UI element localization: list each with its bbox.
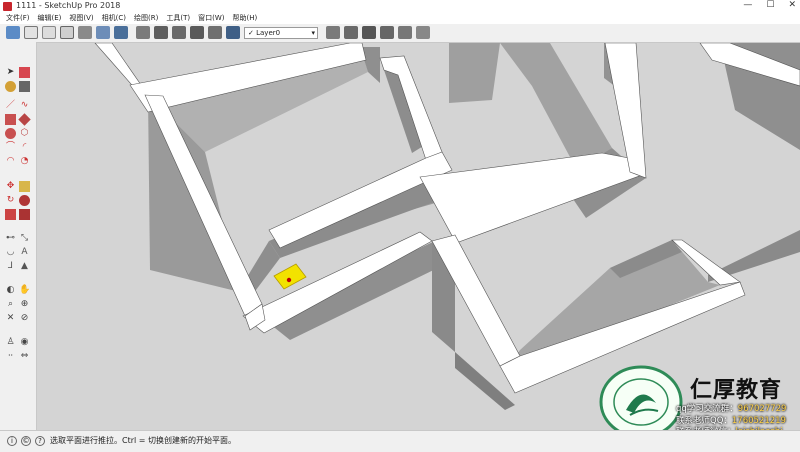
position-camera-icon[interactable]: ♙ xyxy=(5,337,16,348)
iso-view-icon[interactable] xyxy=(362,26,376,39)
close-button[interactable]: ✕ xyxy=(788,0,796,13)
paint-bucket-icon[interactable] xyxy=(5,81,16,92)
layer-manager-icon[interactable] xyxy=(226,26,240,39)
contact-line-qq-group: qq学习交流群：967027729 xyxy=(676,404,787,414)
menu-file[interactable]: 文件(F) xyxy=(6,13,30,24)
monochrome-style-icon[interactable] xyxy=(96,26,110,39)
move-icon[interactable]: ✥ xyxy=(5,181,16,192)
get-models-icon[interactable] xyxy=(172,26,186,39)
chevron-down-icon: ▾ xyxy=(311,29,315,37)
brand-title: 仁厚教育 xyxy=(690,377,783,403)
rotated-rectangle-icon[interactable] xyxy=(18,113,31,126)
text-tool-icon[interactable]: A xyxy=(19,247,30,258)
left-tool-palette: ➤ ／ ∿ ⬡ ⌒ ◜ ◠ ◔ ✥ ↻ ⊷ ⤡ ◡ A ⅃ ▲ ◐ ✋ ⌕ ⊕ … xyxy=(0,42,37,430)
orbit-icon[interactable]: ◐ xyxy=(5,285,16,296)
right-view-icon[interactable] xyxy=(416,26,430,39)
shaded-textures-style-icon[interactable] xyxy=(78,26,92,39)
polygon-icon[interactable]: ⬡ xyxy=(19,128,30,139)
wireframe-style-icon[interactable] xyxy=(24,26,38,39)
zoom-window-icon[interactable]: ⊕ xyxy=(19,299,30,310)
share-model-icon[interactable] xyxy=(154,26,168,39)
pie-icon[interactable]: ◔ xyxy=(19,156,30,167)
menu-help[interactable]: 帮助(H) xyxy=(232,13,257,24)
select-arrow-icon[interactable]: ➤ xyxy=(5,67,16,78)
menu-bar: 文件(F) 编辑(E) 视图(V) 相机(C) 绘图(R) 工具(T) 窗口(W… xyxy=(0,13,800,24)
section-plane-tool-icon[interactable]: ⇔ xyxy=(19,351,30,362)
arc-icon[interactable]: ⌒ xyxy=(5,142,16,153)
line-tool-icon[interactable]: ／ xyxy=(5,100,16,111)
menu-draw[interactable]: 绘图(R) xyxy=(134,13,158,24)
xray-style-icon[interactable] xyxy=(6,26,20,39)
dimension-icon[interactable]: ⤡ xyxy=(19,233,30,244)
circle-icon[interactable] xyxy=(5,128,16,139)
status-bar: i © ? 选取平面进行推拉。Ctrl = 切换创建新的开始平面。 xyxy=(0,430,800,452)
contact-line-qq-teacher: 联系老师QQ：1760521219 xyxy=(676,415,786,426)
3d-text-icon[interactable]: ▲ xyxy=(19,261,30,272)
status-message: 选取平面进行推拉。Ctrl = 切换创建新的开始平面。 xyxy=(50,436,237,445)
front-view-icon[interactable] xyxy=(398,26,412,39)
tape-measure-icon[interactable]: ⊷ xyxy=(5,233,16,244)
warehouse-icon[interactable] xyxy=(136,26,150,39)
instructor-icon[interactable]: ? xyxy=(35,436,45,446)
menu-window[interactable]: 窗口(W) xyxy=(198,13,224,24)
zoom-extents-icon[interactable]: ✕ xyxy=(5,313,16,324)
window-title: 1111 - SketchUp Pro 2018 xyxy=(16,1,121,10)
offset-icon[interactable] xyxy=(19,209,30,220)
title-bar: 1111 - SketchUp Pro 2018 — ☐ ✕ xyxy=(0,0,800,13)
section-cut-icon[interactable] xyxy=(344,26,358,39)
maximize-button[interactable]: ☐ xyxy=(766,0,774,13)
extension-warehouse-icon[interactable] xyxy=(208,26,222,39)
sketchup-logo-icon xyxy=(3,2,12,11)
make-component-icon[interactable] xyxy=(19,81,30,92)
eraser-icon[interactable] xyxy=(19,67,30,78)
model-canvas xyxy=(37,43,800,430)
hidden-line-style-icon[interactable] xyxy=(42,26,56,39)
minimize-button[interactable]: — xyxy=(743,0,752,13)
rectangle-icon[interactable] xyxy=(5,114,16,125)
walk-icon[interactable]: ⸱⸱ xyxy=(5,351,16,362)
freehand-icon[interactable]: ∿ xyxy=(19,100,30,111)
top-view-icon[interactable] xyxy=(380,26,394,39)
rotate-icon[interactable]: ↻ xyxy=(5,195,16,206)
menu-tools[interactable]: 工具(T) xyxy=(166,13,190,24)
push-pull-icon[interactable] xyxy=(19,181,30,192)
menu-camera[interactable]: 相机(C) xyxy=(102,13,126,24)
look-around-icon[interactable]: ◉ xyxy=(19,337,30,348)
scale-icon[interactable] xyxy=(5,209,16,220)
pan-icon[interactable]: ✋ xyxy=(19,285,30,296)
geo-location-icon[interactable]: i xyxy=(7,436,17,446)
credits-icon[interactable]: © xyxy=(21,436,31,446)
top-toolbar: ✓ Layer0 ▾ xyxy=(0,24,800,43)
layer-check-icon: ✓ xyxy=(248,29,254,37)
protractor-icon[interactable]: ◡ xyxy=(5,247,16,258)
zoom-icon[interactable]: ⌕ xyxy=(5,299,16,310)
edges-style-icon[interactable] xyxy=(114,26,128,39)
axes-icon[interactable]: ⅃ xyxy=(5,261,16,272)
layer-select-value: Layer0 xyxy=(256,29,281,37)
follow-me-icon[interactable] xyxy=(19,195,30,206)
previous-view-icon[interactable]: ⊘ xyxy=(19,313,30,324)
two-point-arc-icon[interactable]: ◜ xyxy=(19,142,30,153)
share-component-icon[interactable] xyxy=(190,26,204,39)
model-viewport[interactable] xyxy=(37,43,800,430)
push-pull-cursor-icon xyxy=(286,277,292,283)
school-seal-logo xyxy=(599,365,683,439)
three-point-arc-icon[interactable]: ◠ xyxy=(5,156,16,167)
section-plane-icon[interactable] xyxy=(326,26,340,39)
menu-edit[interactable]: 编辑(E) xyxy=(38,13,62,24)
shaded-style-icon[interactable] xyxy=(60,26,74,39)
layer-select[interactable]: ✓ Layer0 ▾ xyxy=(244,27,318,39)
menu-view[interactable]: 视图(V) xyxy=(69,13,93,24)
